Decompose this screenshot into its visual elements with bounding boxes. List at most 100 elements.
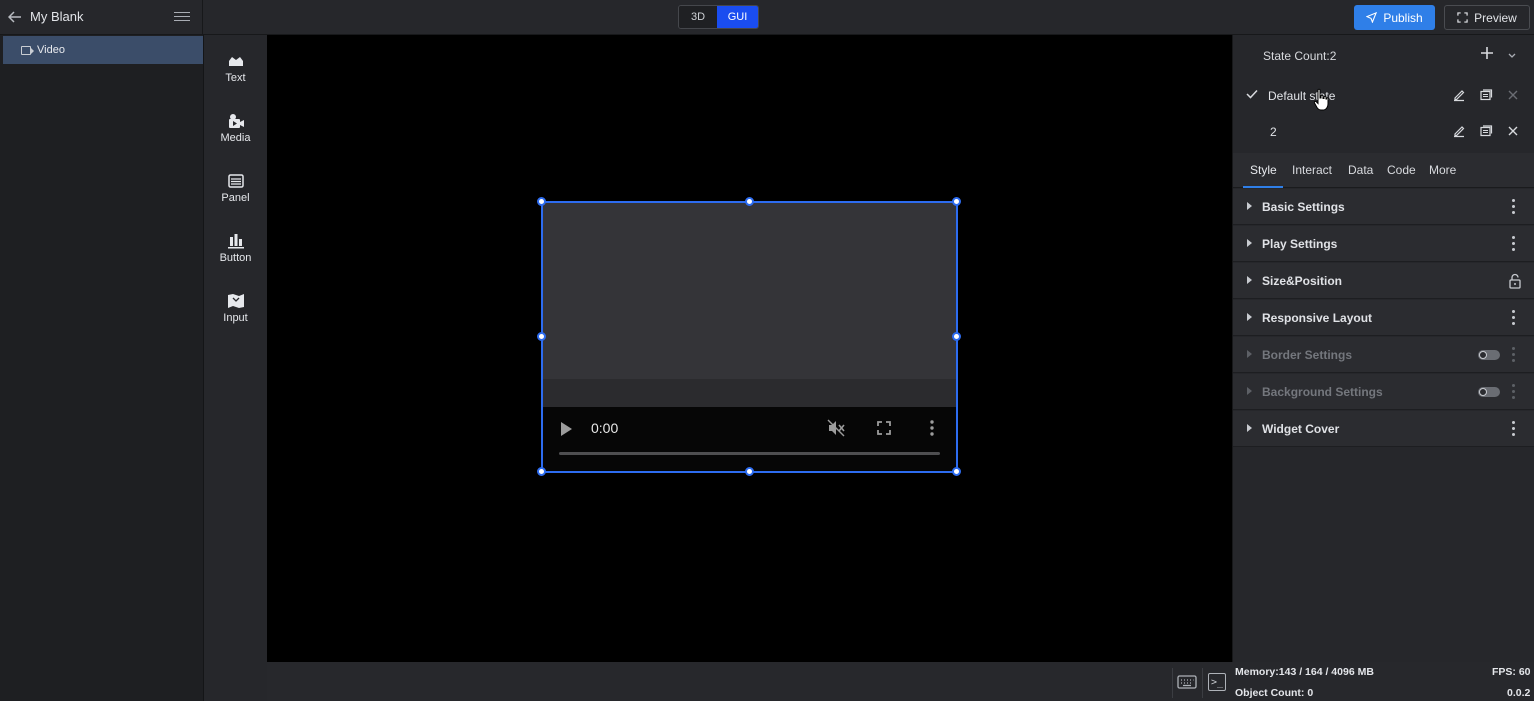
section-play-settings[interactable]: Play Settings [1233,226,1534,262]
resize-handle-right[interactable] [952,332,961,341]
video-widget[interactable]: 0:00 [542,202,957,472]
kebab-menu-icon[interactable] [1512,236,1516,252]
widget-toolbar: Text Media Panel Button Input [204,35,267,701]
caret-right-icon [1247,276,1252,284]
fps-counter: FPS: 60 [1492,666,1531,678]
widget-input[interactable]: Input [204,290,267,340]
section-title: Widget Cover [1262,422,1340,436]
copy-icon[interactable] [1479,88,1493,102]
kebab-menu-icon[interactable] [1512,347,1516,363]
resize-handle-top-left[interactable] [537,197,546,206]
text-widget-icon [226,52,246,70]
status-bar: Memory:143 / 164 / 4096 MB FPS: 60 Objec… [1232,662,1534,701]
close-icon[interactable] [1506,88,1520,102]
section-basic-settings[interactable]: Basic Settings [1233,189,1534,225]
state-count: State Count:2 [1263,49,1337,63]
play-icon[interactable] [561,422,573,436]
tab-code[interactable]: Code [1387,163,1416,177]
kebab-menu-icon[interactable] [1512,421,1516,437]
tab-interact[interactable]: Interact [1292,163,1332,177]
widget-button[interactable]: Button [204,230,267,280]
section-border-settings[interactable]: Border Settings [1233,337,1534,373]
resize-handle-top[interactable] [745,197,754,206]
section-title: Responsive Layout [1262,311,1373,325]
widget-label: Input [223,312,248,324]
widget-label: Media [220,132,251,144]
widget-label: Text [225,72,246,84]
button-widget-icon [226,232,246,250]
unlock-icon[interactable] [1508,273,1522,289]
chevron-down-icon[interactable] [1507,49,1517,58]
caret-right-icon [1247,239,1252,247]
properties-panel: State Count:2 Default state 2 Style Inte… [1232,35,1534,662]
more-options-icon[interactable] [927,418,937,438]
caret-right-icon [1247,313,1252,321]
tab-data[interactable]: Data [1348,163,1373,177]
version-number: 0.0.2 [1507,687,1531,699]
video-time: 0:00 [591,420,619,436]
bottom-bar-divider [1202,668,1203,698]
background-toggle[interactable] [1478,387,1500,397]
section-size-position[interactable]: Size&Position [1233,263,1534,299]
caret-right-icon [1247,350,1252,358]
mode-3d-button[interactable]: 3D [679,6,717,28]
bottom-bar-divider [1172,668,1173,698]
video-controls-gradient [542,379,957,407]
kebab-menu-icon[interactable] [1512,199,1516,215]
section-title: Background Settings [1262,385,1383,399]
tab-style[interactable]: Style [1250,163,1277,177]
caret-right-icon [1247,424,1252,432]
section-responsive-layout[interactable]: Responsive Layout [1233,300,1534,336]
state-name: 2 [1270,125,1277,139]
fullscreen-icon [1457,12,1468,23]
publish-button[interactable]: Publish [1354,5,1435,30]
state-name: Default state [1268,89,1336,103]
section-background-settings[interactable]: Background Settings [1233,374,1534,410]
widget-panel[interactable]: Panel [204,170,267,220]
resize-handle-bottom[interactable] [745,467,754,476]
section-title: Border Settings [1262,348,1353,362]
resize-handle-bottom-right[interactable] [952,467,961,476]
publish-label: Publish [1383,10,1423,25]
edit-icon[interactable] [1452,88,1466,102]
layer-item-video[interactable]: Video [3,36,203,64]
back-arrow-icon[interactable] [6,8,24,26]
widget-label: Panel [221,192,250,204]
mode-gui-button[interactable]: GUI [717,6,758,28]
layer-label: Video [37,44,65,56]
resize-handle-left[interactable] [537,332,546,341]
muted-volume-icon[interactable] [826,418,846,438]
section-title: Play Settings [1262,237,1338,251]
send-icon [1366,12,1378,23]
object-count: Object Count: 0 [1235,687,1314,699]
tab-more[interactable]: More [1429,163,1456,177]
state-item-2[interactable]: 2 [1233,115,1534,149]
video-progress-bar[interactable] [559,452,940,455]
mode-toggle: 3D GUI [678,5,759,29]
keyboard-icon[interactable] [1176,672,1198,692]
resize-handle-bottom-left[interactable] [537,467,546,476]
terminal-icon[interactable]: >_ [1208,673,1226,691]
hamburger-menu-icon[interactable] [174,9,190,25]
widget-media[interactable]: Media [204,110,267,160]
add-state-icon[interactable] [1479,45,1495,61]
edit-icon[interactable] [1452,124,1466,138]
resize-handle-top-right[interactable] [952,197,961,206]
border-toggle[interactable] [1478,350,1500,360]
section-widget-cover[interactable]: Widget Cover [1233,411,1534,447]
kebab-menu-icon[interactable] [1512,384,1516,400]
property-tabs: Style Interact Data Code More [1233,153,1534,188]
caret-right-icon [1247,202,1252,210]
close-icon[interactable] [1506,124,1520,138]
preview-button[interactable]: Preview [1444,5,1530,30]
kebab-menu-icon[interactable] [1512,310,1516,326]
fullscreen-icon[interactable] [875,419,893,437]
copy-icon[interactable] [1479,124,1493,138]
video-layer-icon [21,45,34,55]
active-tab-indicator [1243,186,1283,188]
widget-text[interactable]: Text [204,50,267,100]
state-item-default[interactable]: Default state [1233,79,1534,113]
video-controls: 0:00 [542,407,957,472]
media-widget-icon [226,112,246,130]
preview-label: Preview [1474,10,1517,25]
